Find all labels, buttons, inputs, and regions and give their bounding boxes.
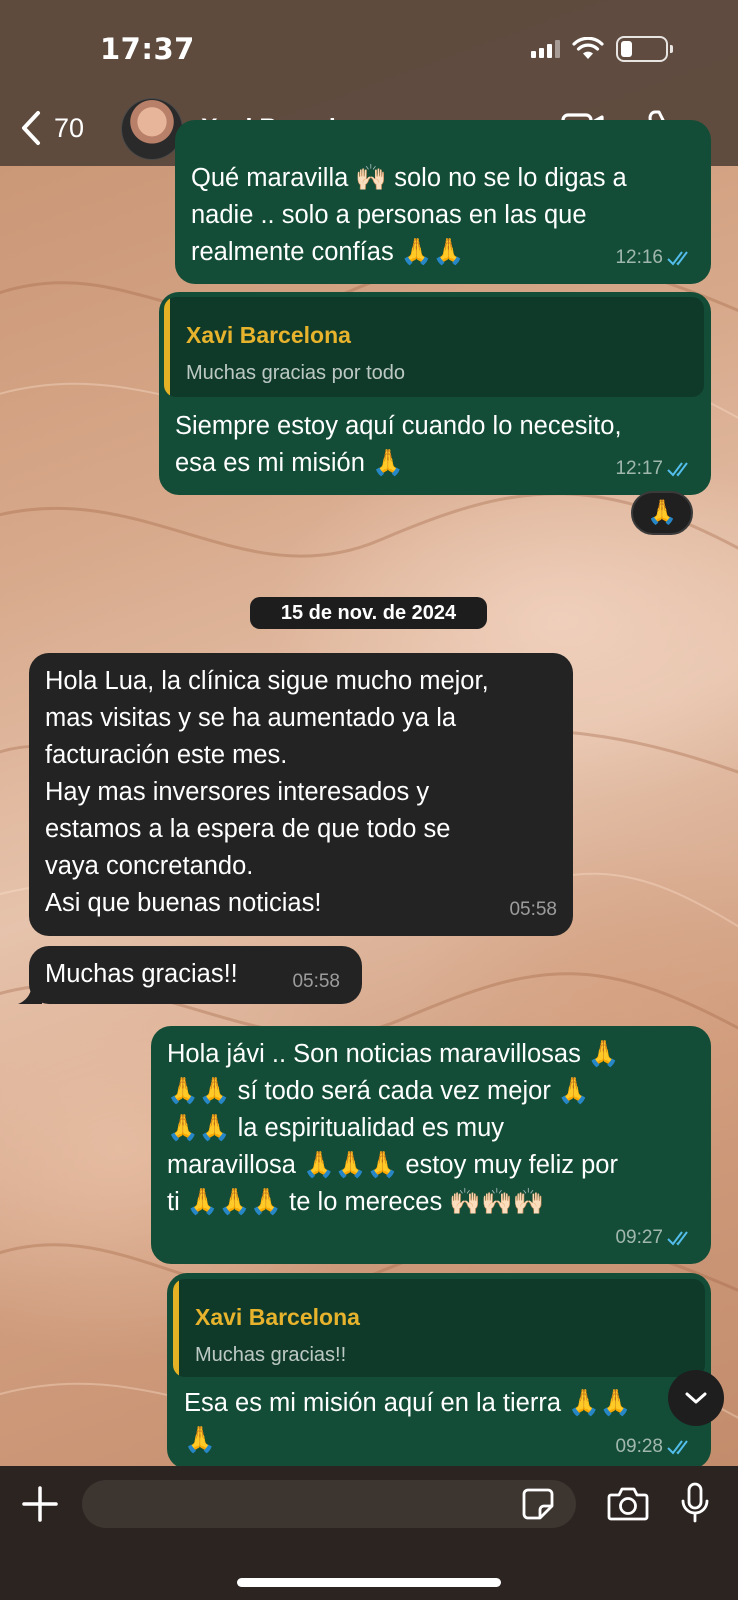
message-input[interactable] — [82, 1480, 576, 1528]
quoted-text: Muchas gracias por todo — [186, 362, 406, 384]
battery-level — [621, 41, 632, 57]
message-text: Hola Lua, la clínica sigue mucho mejor, … — [45, 667, 489, 917]
message-text: Muchas gracias!! — [45, 960, 238, 988]
message-bubble-outgoing[interactable]: Xavi Barcelona Muchas gracias!! Esa es m… — [167, 1273, 711, 1469]
quoted-message[interactable]: Xavi Barcelona Muchas gracias por todo — [164, 297, 704, 397]
unread-count: 70 — [54, 112, 85, 143]
message-text: Qué maravilla 🙌🏻 solo no se lo digas a n… — [191, 164, 627, 266]
double-check-icon — [667, 1439, 688, 1455]
message-meta: 09:27 — [615, 1219, 695, 1256]
camera-icon[interactable] — [607, 1485, 649, 1521]
message-time: 09:28 — [615, 1436, 663, 1457]
message-time: 05:58 — [292, 971, 340, 992]
message-meta: 12:17 — [615, 450, 695, 487]
message-time: 09:27 — [615, 1227, 663, 1248]
chevron-down-icon — [685, 1392, 707, 1404]
plus-icon[interactable] — [21, 1485, 59, 1523]
message-bubble-outgoing[interactable]: Hola jávi .. Son noticias maravillosas 🙏… — [151, 1026, 711, 1264]
message-time: 12:16 — [615, 247, 663, 268]
battery-icon — [616, 36, 673, 62]
message-bubble-outgoing[interactable]: Xavi Barcelona Muchas gracias por todo S… — [159, 292, 711, 495]
home-indicator — [237, 1578, 501, 1587]
double-check-icon — [667, 461, 688, 477]
back-button[interactable]: 70 — [20, 110, 84, 146]
message-time: 05:58 — [509, 899, 557, 920]
cellular-signal-icon — [531, 40, 560, 58]
quoted-sender: Xavi Barcelona — [195, 1304, 360, 1330]
message-text: Siempre estoy aquí cuando lo necesito, e… — [175, 412, 622, 477]
chevron-left-icon — [22, 111, 40, 145]
status-icons — [531, 36, 673, 62]
message-bubble-incoming[interactable]: Hola Lua, la clínica sigue mucho mejor, … — [29, 653, 573, 936]
double-check-icon — [667, 1230, 688, 1246]
message-bubble-incoming[interactable]: Muchas gracias!! 05:58 — [29, 946, 362, 1004]
quoted-message[interactable]: Xavi Barcelona Muchas gracias!! — [173, 1279, 705, 1377]
double-check-icon — [667, 250, 688, 266]
date-separator: 15 de nov. de 2024 — [250, 597, 487, 629]
wifi-icon — [572, 37, 604, 59]
message-bubble-outgoing[interactable]: Qué maravilla 🙌🏻 solo no se lo digas a n… — [175, 120, 711, 284]
reaction-badge[interactable]: 🙏 — [631, 491, 693, 535]
message-time: 12:17 — [615, 458, 663, 479]
message-meta: 05:58 — [509, 891, 557, 928]
message-meta: 12:16 — [615, 239, 695, 276]
message-meta: 09:28 — [615, 1428, 695, 1465]
scroll-to-bottom-button[interactable] — [668, 1370, 724, 1426]
status-time: 17:37 — [100, 32, 195, 66]
sticker-icon[interactable] — [522, 1488, 554, 1520]
message-text: Hola jávi .. Son noticias maravillosas 🙏… — [167, 1040, 620, 1216]
quoted-text: Muchas gracias!! — [195, 1344, 347, 1366]
quoted-sender: Xavi Barcelona — [186, 322, 351, 348]
message-text: Esa es mi misión aquí en la tierra 🙏🙏 🙏 — [184, 1389, 632, 1454]
avatar[interactable] — [121, 98, 183, 160]
microphone-icon[interactable] — [680, 1482, 710, 1524]
message-meta: 05:58 — [292, 963, 340, 1000]
